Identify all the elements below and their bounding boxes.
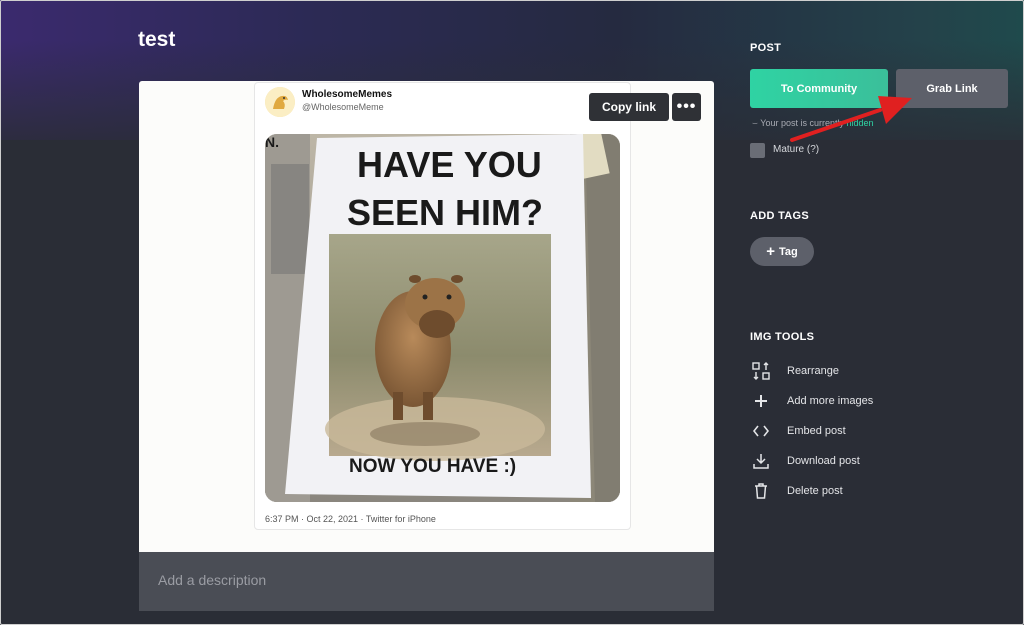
poster-corner-text: N.	[265, 134, 279, 150]
description-input[interactable]: Add a description	[158, 572, 266, 588]
add-tag-label: Tag	[779, 245, 798, 258]
poster-illustration	[265, 134, 620, 502]
rearrange-icon	[750, 360, 772, 382]
copy-link-button[interactable]: Copy link	[589, 93, 669, 121]
tool-label: Rearrange	[787, 365, 839, 377]
more-options-button[interactable]: •••	[672, 93, 701, 121]
tool-label: Add more images	[787, 395, 874, 407]
poster-headline-1: HAVE YOU	[357, 144, 542, 185]
tool-delete[interactable]: Delete post	[750, 480, 843, 502]
avatar	[265, 87, 295, 117]
add-tag-button[interactable]: + Tag	[750, 237, 814, 266]
code-icon	[750, 420, 772, 442]
poster-footer: NOW YOU HAVE :)	[349, 456, 517, 477]
trash-icon	[750, 480, 772, 502]
mature-checkbox[interactable]	[750, 143, 765, 158]
tool-label: Delete post	[787, 485, 843, 497]
tool-embed[interactable]: Embed post	[750, 420, 846, 442]
more-dots-icon: •••	[676, 98, 697, 115]
tweet-display-name: WholesomeMemes	[302, 89, 393, 100]
img-tools-heading: IMG TOOLS	[750, 331, 815, 343]
tool-label: Embed post	[787, 425, 846, 437]
eye-closed-icon: ⌣	[752, 118, 758, 128]
mature-label[interactable]: Mature (?)	[773, 144, 819, 155]
post-status: ⌣ Your post is currently hidden	[752, 118, 874, 129]
tool-add-images[interactable]: Add more images	[750, 390, 873, 412]
post-heading: POST	[750, 42, 782, 54]
tweet-timestamp: 6:37 PM · Oct 22, 2021 · Twitter for iPh…	[265, 514, 436, 524]
post-title[interactable]: test	[138, 28, 175, 52]
to-community-button[interactable]: To Community	[750, 69, 888, 108]
download-icon	[750, 450, 772, 472]
plus-icon	[750, 390, 772, 412]
plus-icon: +	[766, 243, 775, 260]
tweet-handle: @WholesomeMeme	[302, 102, 384, 112]
grab-link-button[interactable]: Grab Link	[896, 69, 1008, 108]
add-tags-heading: ADD TAGS	[750, 210, 810, 222]
post-status-text: Your post is currently	[760, 118, 844, 128]
post-image: N. HAVE YOU SEEN HIM? NOW YOU HAVE :)	[265, 134, 620, 502]
tool-rearrange[interactable]: Rearrange	[750, 360, 839, 382]
tool-download[interactable]: Download post	[750, 450, 860, 472]
post-status-value: hidden	[846, 118, 874, 128]
tool-label: Download post	[787, 455, 860, 467]
poster-headline-2: SEEN HIM?	[347, 192, 544, 233]
